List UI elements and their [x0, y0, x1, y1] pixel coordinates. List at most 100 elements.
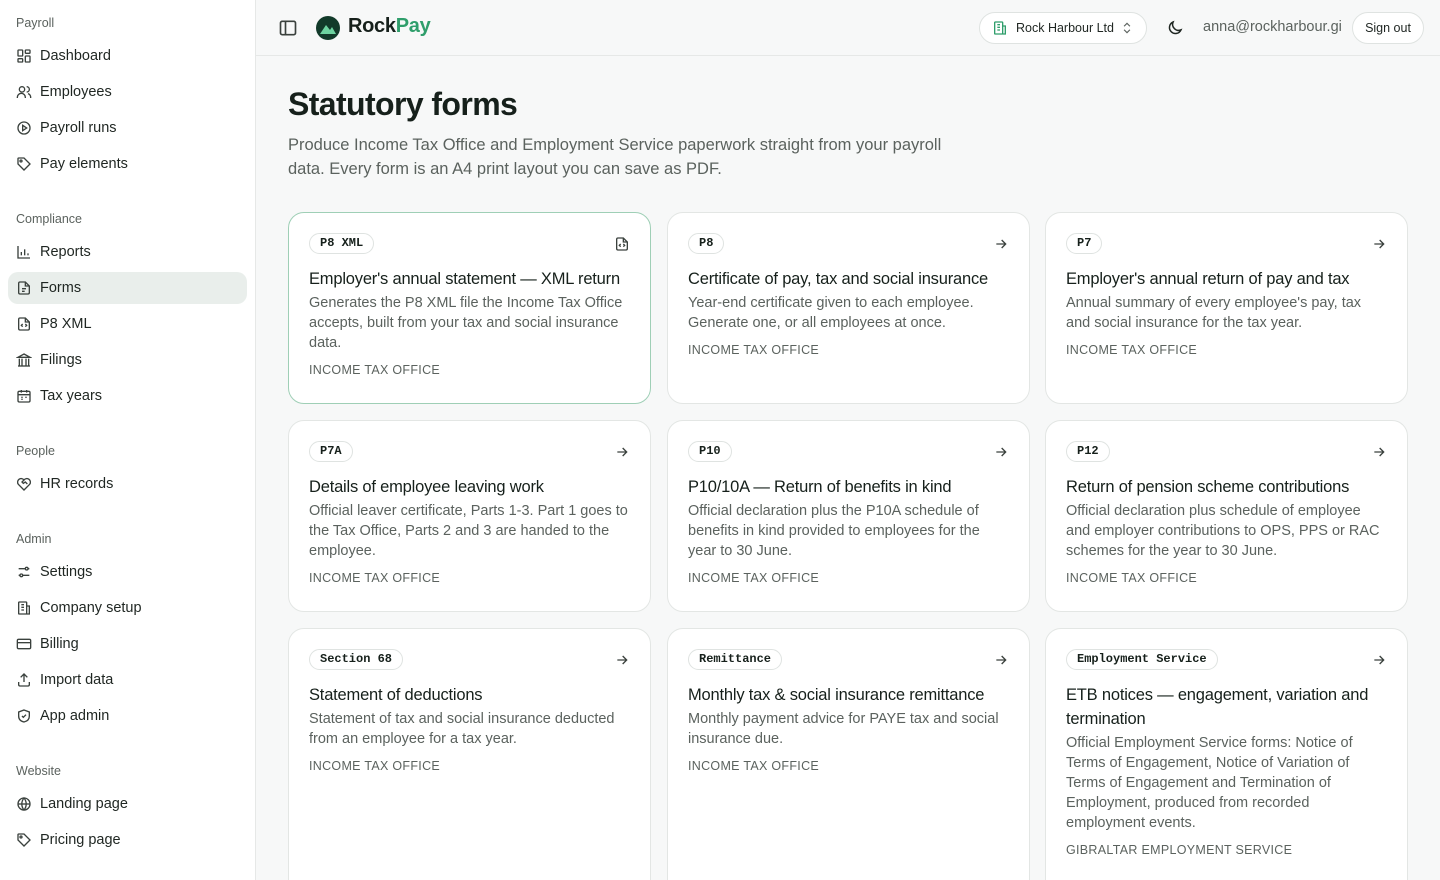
sidebar-item-label: Payroll runs [40, 120, 117, 136]
sidebar-item-reports[interactable]: Reports [8, 236, 247, 268]
credit-card-icon [16, 636, 32, 652]
logo-icon[interactable] [315, 15, 341, 41]
sidebar-item-filings[interactable]: Filings [8, 344, 247, 376]
sign-out-button[interactable]: Sign out [1352, 12, 1424, 44]
sidebar-item-label: Forms [40, 280, 82, 296]
form-card-section-68[interactable]: Section 68 Statement of deductions State… [288, 628, 651, 880]
form-description: Official declaration plus schedule of em… [1066, 503, 1380, 559]
form-badge: Remittance [688, 649, 783, 670]
form-card-employment-service[interactable]: Employment Service ETB notices — engagem… [1045, 628, 1408, 880]
sidebar-item-pay-elements[interactable]: Pay elements [8, 148, 247, 180]
form-card-p7a[interactable]: P7A Details of employee leaving work Off… [288, 420, 651, 612]
sidebar-item-pricing-page[interactable]: Pricing page [8, 824, 247, 856]
form-badge: Section 68 [309, 649, 404, 670]
nav-group-label-admin: Admin [16, 532, 52, 546]
heart-handshake-icon [16, 476, 32, 492]
form-source: INCOME TAX OFFICE [309, 759, 441, 773]
sidebar-item-billing[interactable]: Billing [8, 628, 247, 660]
sidebar-item-label: HR records [40, 476, 114, 492]
sidebar-item-label: Settings [40, 564, 93, 580]
user-email: anna@rockharbour.gi [1203, 19, 1342, 35]
form-description: Annual summary of every employee's pay, … [1066, 295, 1362, 331]
sidebar-item-p8-xml[interactable]: P8 XML [8, 308, 247, 340]
form-card-p8[interactable]: P8 Certificate of pay, tax and social in… [667, 212, 1030, 404]
page-title: Statutory forms [288, 86, 518, 122]
arrow-right-icon [614, 444, 630, 460]
sidebar-item-forms[interactable]: Forms [8, 272, 247, 304]
sidebar-item-label: Filings [40, 352, 82, 368]
moon-icon[interactable] [1166, 19, 1184, 37]
form-title: Employer's annual return of pay and tax [1066, 270, 1350, 288]
shield-check-icon [16, 708, 32, 724]
logo-pay: Pay [395, 15, 431, 37]
form-badge: P10 [688, 441, 732, 462]
form-card-p8-xml[interactable]: P8 XML Employer's annual statement — XML… [288, 212, 651, 404]
upload-icon [16, 672, 32, 688]
globe-icon [16, 796, 32, 812]
arrow-right-icon [614, 652, 630, 668]
top-bar: RockPay Rock Harbour Ltd anna@rockharbou… [256, 0, 1440, 56]
sidebar-item-tax-years[interactable]: Tax years [8, 380, 247, 412]
sidebar-item-hr-records[interactable]: HR records [8, 468, 247, 500]
sidebar-item-label: Pricing page [40, 832, 121, 848]
form-description: Generates the P8 XML file the Income Tax… [309, 295, 623, 351]
sidebar-item-company-setup[interactable]: Company setup [8, 592, 247, 624]
sidebar-item-payroll-runs[interactable]: Payroll runs [8, 112, 247, 144]
landmark-icon [16, 352, 32, 368]
sidebar-item-label: Company setup [40, 600, 142, 616]
form-badge: Employment Service [1066, 649, 1218, 670]
form-title: Monthly tax & social insurance remittanc… [688, 686, 985, 704]
sidebar-item-label: Import data [40, 672, 114, 688]
building-icon [992, 20, 1008, 36]
sidebar-item-app-admin[interactable]: App admin [8, 700, 247, 732]
form-source: INCOME TAX OFFICE [688, 571, 820, 585]
bar-chart-icon [16, 244, 32, 260]
building-icon [16, 600, 32, 616]
tag-icon [16, 832, 32, 848]
page-description: Produce Income Tax Office and Employment… [288, 136, 942, 178]
form-badge: P12 [1066, 441, 1110, 462]
form-card-remittance[interactable]: Remittance Monthly tax & social insuranc… [667, 628, 1030, 880]
form-title: ETB notices — engagement, variation and … [1066, 686, 1369, 728]
sidebar-item-dashboard[interactable]: Dashboard [8, 40, 247, 72]
sidebar-item-label: Landing page [40, 796, 128, 812]
arrow-right-icon [993, 444, 1009, 460]
logo-wordmark[interactable]: RockPay [348, 15, 431, 38]
sidebar-item-label: Dashboard [40, 48, 111, 64]
sidebar-toggle-icon[interactable] [278, 18, 298, 38]
form-title: Certificate of pay, tax and social insur… [688, 270, 988, 288]
form-source: GIBRALTAR EMPLOYMENT SERVICE [1066, 843, 1293, 857]
sidebar-item-label: Tax years [40, 388, 103, 404]
form-title: Employer's annual statement — XML return [309, 270, 620, 288]
company-switcher[interactable]: Rock Harbour Ltd [979, 12, 1147, 44]
play-circle-icon [16, 120, 32, 136]
sliders-icon [16, 564, 32, 580]
calendar-icon [16, 388, 32, 404]
form-card-p7[interactable]: P7 Employer's annual return of pay and t… [1045, 212, 1408, 404]
form-source: INCOME TAX OFFICE [1066, 343, 1198, 357]
sidebar-item-label: P8 XML [40, 316, 92, 332]
file-code-icon [16, 316, 32, 332]
sidebar-item-employees[interactable]: Employees [8, 76, 247, 108]
sidebar-item-landing-page[interactable]: Landing page [8, 788, 247, 820]
form-source: INCOME TAX OFFICE [688, 343, 820, 357]
form-badge: P8 XML [309, 233, 375, 254]
nav-group-label-website: Website [16, 764, 61, 778]
sidebar-item-import-data[interactable]: Import data [8, 664, 247, 696]
form-description: Official declaration plus the P10A sched… [688, 503, 980, 559]
file-icon [16, 280, 32, 296]
form-source: INCOME TAX OFFICE [309, 571, 441, 585]
form-source: INCOME TAX OFFICE [309, 363, 441, 377]
sidebar-item-settings[interactable]: Settings [8, 556, 247, 588]
form-description: Monthly payment advice for PAYE tax and … [688, 711, 999, 747]
file-code-icon [614, 236, 630, 252]
nav-group-label-compliance: Compliance [16, 212, 83, 226]
logo-rock: Rock [348, 15, 396, 37]
form-card-p10[interactable]: P10 P10/10A — Return of benefits in kind… [667, 420, 1030, 612]
form-badge: P7A [309, 441, 353, 462]
form-card-p12[interactable]: P12 Return of pension scheme contributio… [1045, 420, 1408, 612]
form-badge: P8 [688, 233, 725, 254]
sidebar-item-label: Billing [40, 636, 79, 652]
nav-group-label-people: People [16, 444, 55, 458]
form-title: Statement of deductions [309, 686, 483, 704]
